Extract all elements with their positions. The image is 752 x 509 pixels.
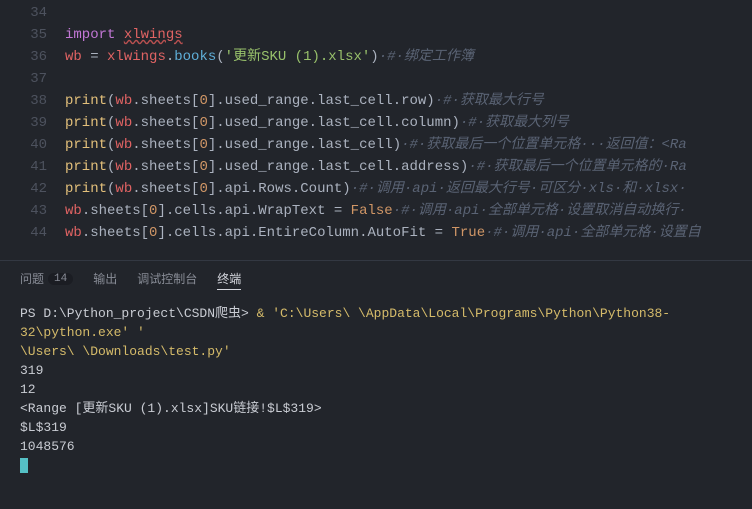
line-number: 36 bbox=[0, 46, 65, 68]
line-number: 42 bbox=[0, 178, 65, 200]
terminal-cursor bbox=[20, 458, 28, 473]
code-editor[interactable]: 3435import xlwings36wb = xlwings.books('… bbox=[0, 0, 752, 260]
terminal-line: $L$319 bbox=[20, 418, 732, 437]
line-number: 39 bbox=[0, 112, 65, 134]
code-line[interactable]: 37 bbox=[0, 68, 752, 90]
line-number: 40 bbox=[0, 134, 65, 156]
code-content[interactable] bbox=[65, 68, 752, 90]
panel-tab-label: 输出 bbox=[93, 270, 117, 287]
terminal-line: 1048576 bbox=[20, 437, 732, 456]
panel-tab-2[interactable]: 调试控制台 bbox=[137, 267, 197, 290]
code-line[interactable]: 38print(wb.sheets[0].used_range.last_cel… bbox=[0, 90, 752, 112]
line-number: 43 bbox=[0, 200, 65, 222]
code-line[interactable]: 41print(wb.sheets[0].used_range.last_cel… bbox=[0, 156, 752, 178]
panel-tab-1[interactable]: 输出 bbox=[93, 267, 117, 290]
terminal-command: \Users\ \Downloads\test.py' bbox=[20, 344, 231, 359]
code-content[interactable] bbox=[65, 2, 752, 24]
code-content[interactable]: wb = xlwings.books('更新SKU (1).xlsx')·#·绑… bbox=[65, 46, 752, 68]
code-line[interactable]: 34 bbox=[0, 2, 752, 24]
code-content[interactable]: print(wb.sheets[0].used_range.last_cell.… bbox=[65, 90, 752, 112]
code-line[interactable]: 35import xlwings bbox=[0, 24, 752, 46]
line-number: 41 bbox=[0, 156, 65, 178]
code-content[interactable]: print(wb.sheets[0].used_range.last_cell.… bbox=[65, 156, 752, 178]
code-content[interactable]: print(wb.sheets[0].used_range.last_cell.… bbox=[65, 112, 752, 134]
panel-tab-label: 问题 bbox=[20, 270, 44, 287]
code-content[interactable]: wb.sheets[0].cells.api.EntireColumn.Auto… bbox=[65, 222, 752, 244]
line-number: 44 bbox=[0, 222, 65, 244]
line-number: 37 bbox=[0, 68, 65, 90]
code-line[interactable]: 36wb = xlwings.books('更新SKU (1).xlsx')·#… bbox=[0, 46, 752, 68]
code-content[interactable]: print(wb.sheets[0].used_range.last_cell)… bbox=[65, 134, 752, 156]
code-content[interactable]: print(wb.sheets[0].api.Rows.Count)·#·调用·… bbox=[65, 178, 752, 200]
code-line[interactable]: 42print(wb.sheets[0].api.Rows.Count)·#·调… bbox=[0, 178, 752, 200]
panel-tab-3[interactable]: 终端 bbox=[217, 267, 241, 290]
code-line[interactable]: 43wb.sheets[0].cells.api.WrapText = Fals… bbox=[0, 200, 752, 222]
panel-tab-badge: 14 bbox=[48, 273, 73, 285]
terminal-output[interactable]: PS D:\Python_project\CSDN爬虫> & 'C:\Users… bbox=[0, 290, 752, 483]
code-line[interactable]: 39print(wb.sheets[0].used_range.last_cel… bbox=[0, 112, 752, 134]
line-number: 35 bbox=[0, 24, 65, 46]
terminal-line: 319 bbox=[20, 361, 732, 380]
terminal-line: 12 bbox=[20, 380, 732, 399]
code-line[interactable]: 40print(wb.sheets[0].used_range.last_cel… bbox=[0, 134, 752, 156]
panel-tab-0[interactable]: 问题 14 bbox=[20, 267, 73, 290]
line-number: 38 bbox=[0, 90, 65, 112]
terminal-prompt: PS D:\Python_project\CSDN爬虫> bbox=[20, 306, 257, 321]
code-line[interactable]: 44wb.sheets[0].cells.api.EntireColumn.Au… bbox=[0, 222, 752, 244]
panel-tab-label: 调试控制台 bbox=[137, 270, 197, 287]
terminal-line: <Range [更新SKU (1).xlsx]SKU链接!$L$319> bbox=[20, 399, 732, 418]
code-content[interactable]: wb.sheets[0].cells.api.WrapText = False·… bbox=[65, 200, 752, 222]
line-number: 34 bbox=[0, 2, 65, 24]
panel-tab-label: 终端 bbox=[217, 270, 241, 287]
code-content[interactable]: import xlwings bbox=[65, 24, 752, 46]
panel-tabs: 问题 14 输出 调试控制台 终端 bbox=[0, 260, 752, 290]
